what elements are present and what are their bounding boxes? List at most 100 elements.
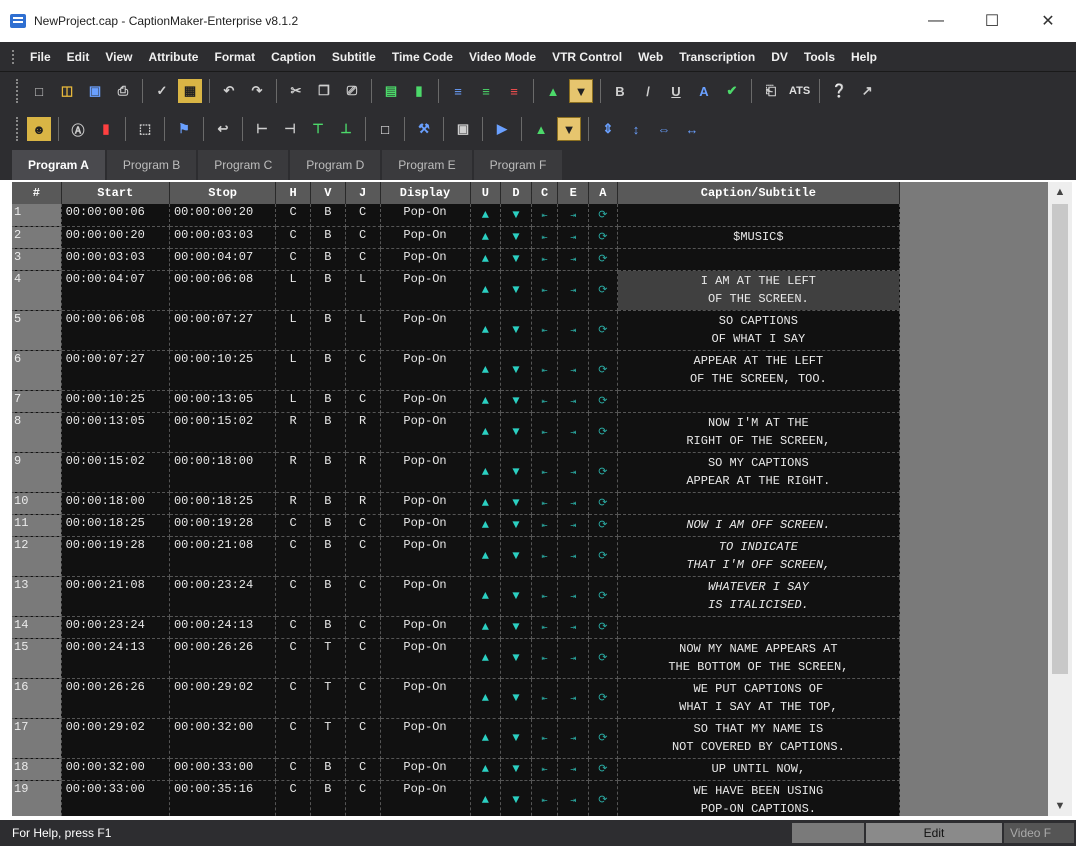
horizontal-position[interactable]: C <box>275 718 312 759</box>
move-down-icon[interactable]: ▼ <box>512 230 519 244</box>
header-stop[interactable]: Stop <box>169 182 277 204</box>
menu-web[interactable]: Web <box>630 50 671 64</box>
horizontal-position[interactable]: C <box>275 616 312 639</box>
caption-text[interactable] <box>617 616 900 639</box>
move-up-icon-cell[interactable]: ▲ <box>470 616 502 639</box>
vertical-position[interactable]: T <box>310 678 346 719</box>
row-number[interactable]: 14 <box>12 616 62 639</box>
move-down-icon-cell[interactable]: ▼ <box>500 350 532 391</box>
auto-icon[interactable]: ⟳ <box>598 653 607 665</box>
move-down-icon[interactable]: ▼ <box>512 620 519 634</box>
toolbar-grip[interactable] <box>16 79 19 103</box>
table-row[interactable]: 9 00:00:15:02 00:00:18:00 R B R Pop-On ▲ ▼ ⇤ ⇥ ⟳ SO … <box>12 452 900 493</box>
header-caption[interactable]: Caption/Subtitle <box>617 182 900 204</box>
auto-icon[interactable]: ⟳ <box>598 396 607 408</box>
move-down-icon[interactable]: ▼ <box>512 465 519 479</box>
table-row[interactable]: 18 00:00:32:00 00:00:33:00 C B C Pop-On ▲ ▼ ⇤ ⇥ ⟳ UP… <box>12 758 900 781</box>
caption-text[interactable]: WE HAVE BEEN USING POP-ON CAPTIONS. <box>617 780 900 816</box>
move-down-icon[interactable]: ▼ <box>512 651 519 665</box>
insert-row-icon[interactable]: ▤ <box>379 79 403 103</box>
caption-text[interactable]: TO INDICATE THAT I'M OFF SCREEN, <box>617 536 900 577</box>
ats-button[interactable]: ATS <box>789 85 810 97</box>
clear-icon-cell[interactable]: ⇤ <box>531 758 559 781</box>
justification[interactable]: C <box>345 390 381 413</box>
auto-icon-cell[interactable]: ⟳ <box>588 350 618 391</box>
tab-program-d[interactable]: Program D <box>290 150 381 180</box>
justification[interactable]: C <box>345 780 381 816</box>
clear-icon-cell[interactable]: ⇤ <box>531 310 559 351</box>
auto-icon-cell[interactable]: ⟳ <box>588 226 618 249</box>
move-down-icon-cell[interactable]: ▼ <box>500 514 532 537</box>
move-down-icon-cell[interactable]: ▼ <box>500 678 532 719</box>
justification[interactable]: C <box>345 718 381 759</box>
vertical-position[interactable]: B <box>310 452 346 493</box>
align-left-icon[interactable]: ≡ <box>446 79 470 103</box>
redo-icon[interactable]: ↷ <box>245 79 269 103</box>
start-timecode[interactable]: 00:00:29:02 <box>61 718 170 759</box>
extend-icon-cell[interactable]: ⇥ <box>557 248 590 271</box>
underline-button[interactable]: U <box>664 79 688 103</box>
start-timecode[interactable]: 00:00:06:08 <box>61 310 170 351</box>
horizontal-position[interactable]: C <box>275 638 312 679</box>
start-timecode[interactable]: 00:00:18:00 <box>61 492 170 515</box>
extend-icon-cell[interactable]: ⇥ <box>557 452 590 493</box>
insert-line-icon[interactable]: ⊤ <box>306 117 330 141</box>
move-down-icon[interactable]: ▼ <box>512 496 519 510</box>
clear-icon[interactable]: ⇤ <box>542 366 548 377</box>
row-number[interactable]: 4 <box>12 270 62 311</box>
justification[interactable]: C <box>345 350 381 391</box>
move-up-icon-cell[interactable]: ▲ <box>470 492 502 515</box>
caption-text[interactable] <box>617 492 900 515</box>
move-up-icon[interactable]: ▲ <box>482 208 489 222</box>
move-down-icon[interactable]: ▼ <box>512 731 519 745</box>
move-up-icon-cell[interactable]: ▲ <box>470 204 502 227</box>
move-up-icon-cell[interactable]: ▲ <box>470 678 502 719</box>
extend-icon-cell[interactable]: ⇥ <box>557 514 590 537</box>
justification[interactable]: C <box>345 616 381 639</box>
auto-icon-cell[interactable]: ⟳ <box>588 412 618 453</box>
extend-icon-cell[interactable]: ⇥ <box>557 678 590 719</box>
tab-program-c[interactable]: Program C <box>198 150 289 180</box>
header-h[interactable]: H <box>275 182 312 204</box>
move-down-icon-cell[interactable]: ▼ <box>500 492 532 515</box>
horizontal-position[interactable]: R <box>275 412 312 453</box>
row-number[interactable]: 13 <box>12 576 62 617</box>
caption-text[interactable]: $MUSIC$ <box>617 226 900 249</box>
vertical-position[interactable]: B <box>310 758 346 781</box>
table-row[interactable]: 16 00:00:26:26 00:00:29:02 C T C Pop-On ▲ ▼ ⇤ ⇥ ⟳ WE… <box>12 678 900 719</box>
extend-icon-cell[interactable]: ⇥ <box>557 638 590 679</box>
display-mode[interactable]: Pop-On <box>380 678 471 719</box>
move-down-icon-cell[interactable]: ▼ <box>500 270 532 311</box>
move-down-icon-cell[interactable]: ▼ <box>500 536 532 577</box>
maximize-button[interactable]: ☐ <box>964 0 1020 42</box>
extend-icon-cell[interactable]: ⇥ <box>557 536 590 577</box>
move-up-icon[interactable]: ▲ <box>482 620 489 634</box>
move-up-icon[interactable]: ▲ <box>482 731 489 745</box>
start-timecode[interactable]: 00:00:33:00 <box>61 780 170 816</box>
menu-caption[interactable]: Caption <box>263 50 324 64</box>
justification[interactable]: C <box>345 576 381 617</box>
extend-icon[interactable]: ⇥ <box>570 326 576 337</box>
auto-icon-cell[interactable]: ⟳ <box>588 616 618 639</box>
start-timecode[interactable]: 00:00:00:20 <box>61 226 170 249</box>
move-up-icon[interactable]: ▲ <box>482 252 489 266</box>
display-mode[interactable]: Pop-On <box>380 350 471 391</box>
vertical-scrollbar[interactable]: ▲ ▼ <box>1048 182 1072 816</box>
start-timecode[interactable]: 00:00:19:28 <box>61 536 170 577</box>
auto-icon[interactable]: ⟳ <box>598 795 607 807</box>
extend-icon[interactable]: ⇥ <box>570 552 576 563</box>
table-row[interactable]: 17 00:00:29:02 00:00:32:00 C T C Pop-On ▲ ▼ ⇤ ⇥ ⟳ SO… <box>12 718 900 759</box>
font-color-icon[interactable]: A <box>692 79 716 103</box>
menu-edit[interactable]: Edit <box>59 50 98 64</box>
stop-timecode[interactable]: 00:00:03:03 <box>169 226 277 249</box>
extend-icon-cell[interactable]: ⇥ <box>557 204 590 227</box>
move-up-icon-cell[interactable]: ▲ <box>470 514 502 537</box>
move-up-icon[interactable]: ▲ <box>482 762 489 776</box>
extend-icon[interactable]: ⇥ <box>570 796 576 807</box>
table-row[interactable]: 10 00:00:18:00 00:00:18:25 R B R Pop-On ▲ ▼ ⇤ ⇥ ⟳ <box>12 492 900 515</box>
clear-icon[interactable]: ⇤ <box>542 521 548 532</box>
extend-icon[interactable]: ⇥ <box>570 654 576 665</box>
stop-timecode[interactable]: 00:00:07:27 <box>169 310 277 351</box>
open-folder-icon[interactable]: ◫ <box>55 79 79 103</box>
auto-icon[interactable]: ⟳ <box>598 764 607 776</box>
